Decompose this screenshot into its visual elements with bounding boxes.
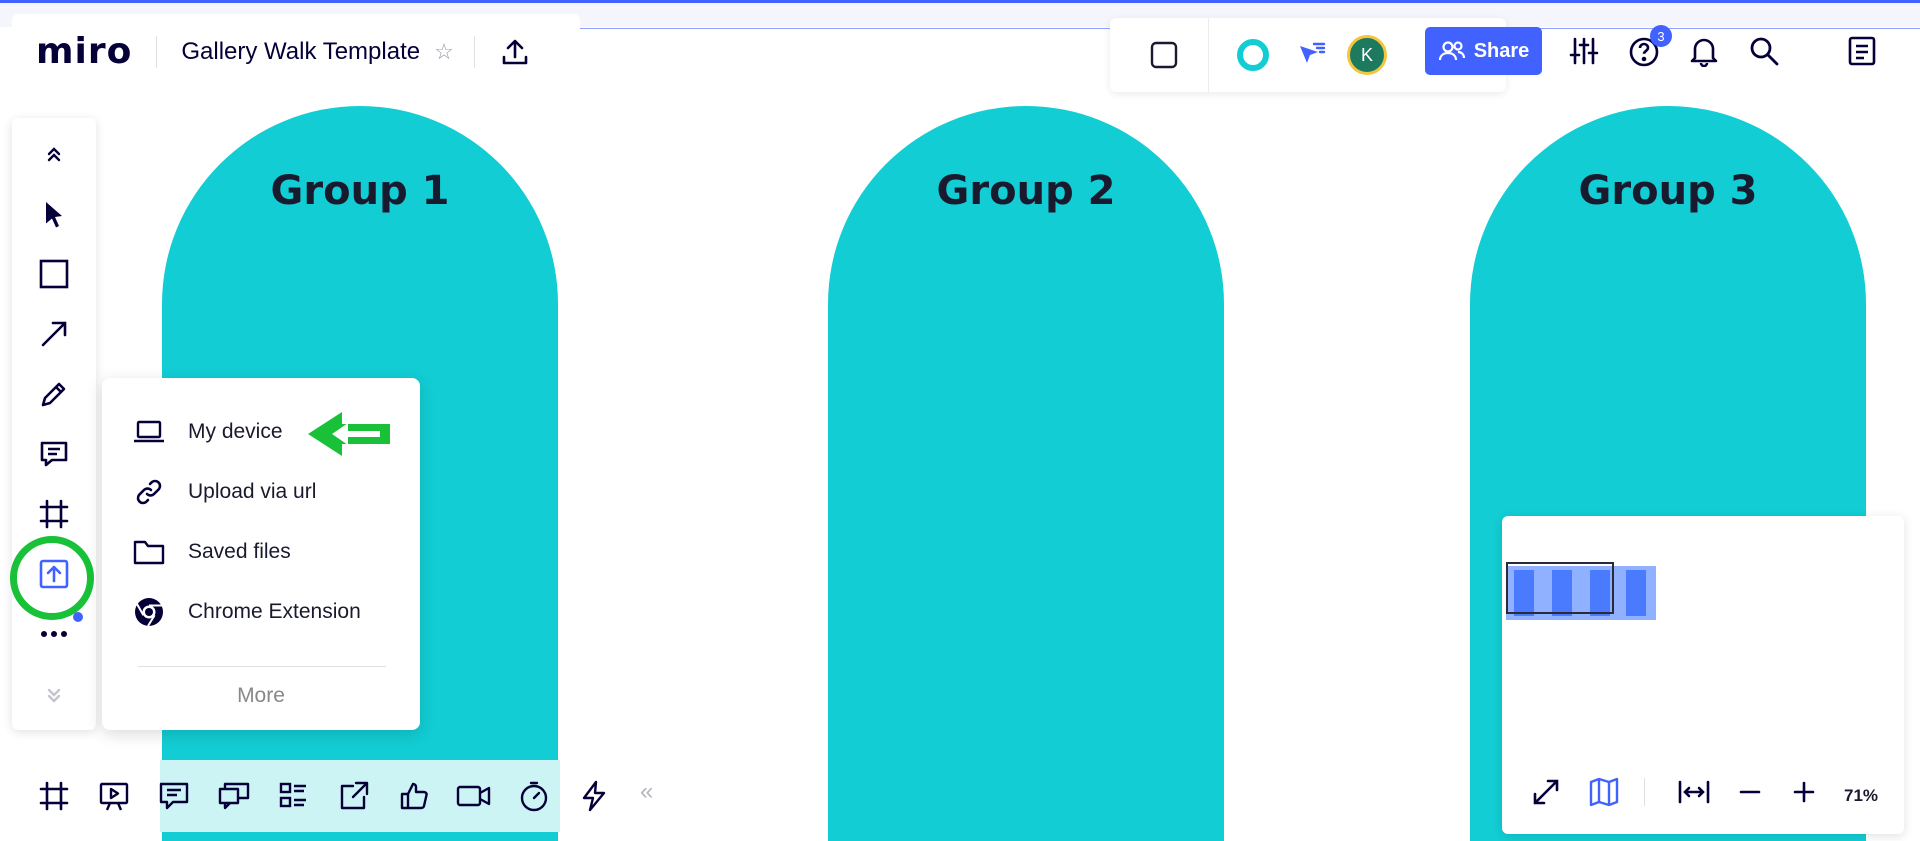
upload-item-url[interactable]: Upload via url (132, 472, 316, 512)
upload-item-label: Upload via url (188, 480, 317, 503)
canvas-selection-line (0, 0, 1920, 3)
search-icon[interactable] (1740, 27, 1788, 75)
upload-item-label: My device (188, 420, 283, 443)
export-upload-icon[interactable] (491, 28, 539, 76)
left-toolbar (12, 118, 96, 730)
fit-to-screen-icon[interactable] (1672, 770, 1716, 814)
collapse-down-icon[interactable] (30, 672, 78, 720)
divider (1208, 18, 1209, 92)
share-button[interactable]: Share (1425, 27, 1542, 75)
upload-item-chrome-extension[interactable]: Chrome Extension (132, 592, 361, 632)
users-icon (1438, 41, 1465, 61)
user-avatar[interactable]: K (1347, 35, 1387, 75)
timer-icon[interactable] (510, 772, 558, 820)
upload-item-saved-files[interactable]: Saved files (132, 532, 291, 572)
settings-sliders-icon[interactable] (1560, 27, 1608, 75)
help-icon[interactable]: 3 (1620, 25, 1672, 75)
minimap-column (1626, 570, 1646, 616)
group-card-2[interactable]: Group 2 (828, 106, 1224, 841)
line-arrow-icon[interactable] (30, 310, 78, 358)
shape-square-icon[interactable] (30, 250, 78, 298)
kanban-icon[interactable] (270, 772, 318, 820)
divider (1644, 778, 1645, 806)
video-icon[interactable] (450, 772, 498, 820)
frame-icon[interactable] (30, 490, 78, 538)
select-cursor-icon[interactable] (30, 190, 78, 238)
map-icon[interactable] (1582, 770, 1626, 814)
comments-panel-icon[interactable] (150, 772, 198, 820)
notes-panel-icon[interactable] (1838, 27, 1886, 75)
chrome-icon (132, 595, 166, 629)
highlight-ring (10, 536, 94, 620)
help-badge: 3 (1650, 25, 1672, 47)
laptop-icon (132, 415, 166, 449)
cards-icon[interactable] (210, 772, 258, 820)
cursor-follow-icon[interactable] (1287, 31, 1335, 79)
frames-icon[interactable] (30, 772, 78, 820)
upload-item-label: Saved files (188, 540, 291, 563)
group-title: Group 1 (270, 168, 450, 214)
pen-icon[interactable] (30, 370, 78, 418)
select-square-icon[interactable] (1140, 31, 1188, 79)
share-export-icon[interactable] (330, 772, 378, 820)
upload-item-my-device[interactable]: My device (132, 412, 283, 452)
notification-dot (73, 612, 83, 622)
board-title[interactable]: Gallery Walk Template (181, 38, 420, 66)
star-icon[interactable]: ☆ (434, 39, 454, 65)
collapse-up-icon[interactable] (30, 130, 78, 178)
group-title: Group 2 (936, 168, 1116, 214)
zoom-level[interactable]: 71% (1844, 786, 1878, 806)
divider (156, 35, 158, 68)
divider (138, 666, 386, 667)
bell-icon[interactable] (1680, 27, 1728, 75)
upload-item-label: Chrome Extension (188, 600, 361, 623)
zoom-in-icon[interactable] (1782, 770, 1826, 814)
comment-icon[interactable] (30, 430, 78, 478)
minimap-panel: 71% (1502, 516, 1904, 834)
share-label: Share (1473, 39, 1530, 62)
miro-logo[interactable]: miro (36, 31, 132, 72)
presentation-icon[interactable] (90, 772, 138, 820)
link-icon (132, 475, 166, 509)
timer-ring-icon[interactable] (1229, 31, 1277, 79)
folder-icon (132, 535, 166, 569)
upload-more-button[interactable]: More (102, 684, 420, 708)
collapse-toolbar-button[interactable]: « (640, 778, 653, 806)
thumbs-up-icon[interactable] (390, 772, 438, 820)
lightning-icon[interactable] (570, 772, 618, 820)
zoom-out-icon[interactable] (1728, 770, 1772, 814)
annotation-arrow-icon (308, 412, 390, 456)
app-bar: miro Gallery Walk Template ☆ (12, 14, 580, 89)
group-title: Group 3 (1578, 168, 1758, 214)
fullscreen-icon[interactable] (1524, 770, 1568, 814)
divider (473, 35, 475, 68)
minimap-viewport[interactable] (1506, 562, 1614, 614)
